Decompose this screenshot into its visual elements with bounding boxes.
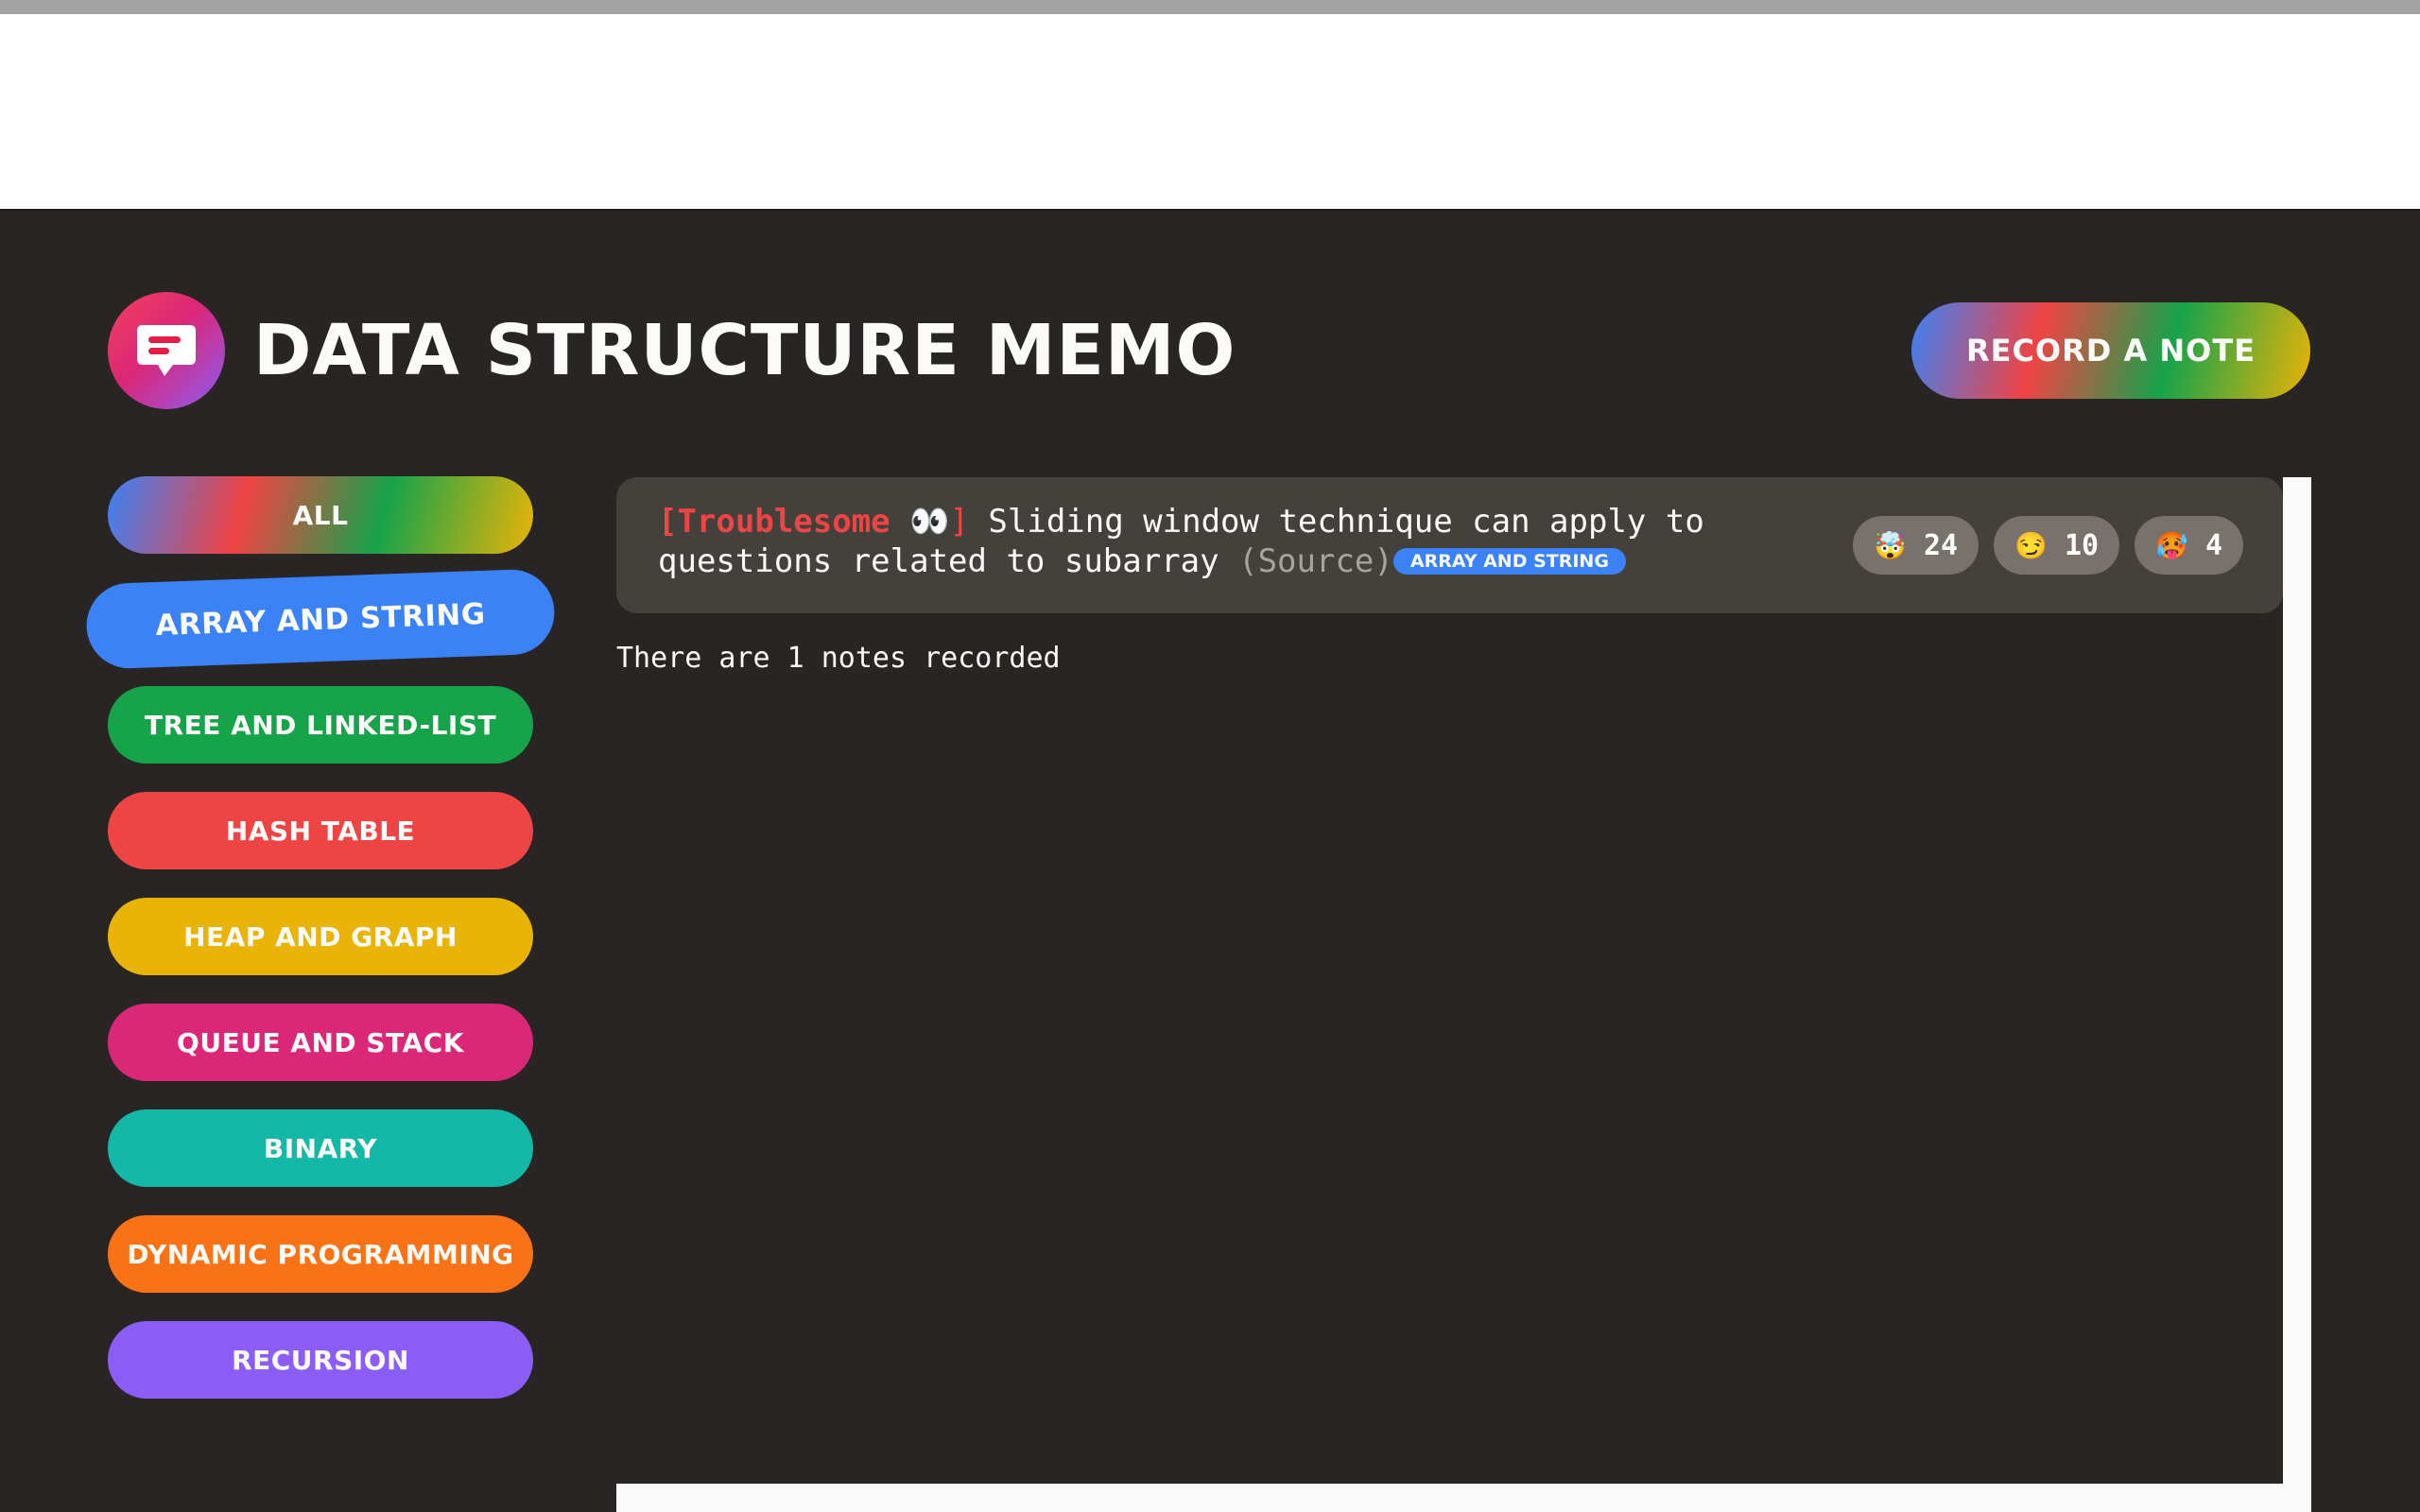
browser-top-strip: [0, 0, 2420, 14]
notes-count-text: There are 1 notes recorded: [616, 642, 1061, 675]
vote-count: 4: [2204, 528, 2222, 562]
note-text: [Troublesome 👀] Sliding window technique…: [658, 502, 1773, 581]
hot-face-icon: 🥵: [2155, 529, 2188, 561]
app-title: DATA STRUCTURE MEMO: [253, 310, 1236, 391]
vote-count: 10: [2064, 528, 2100, 562]
note-category-badge: ARRAY AND STRING: [1392, 548, 1626, 575]
category-queue-and-stack-button[interactable]: QUEUE AND STACK: [108, 1004, 533, 1081]
category-dynamic-programming-button[interactable]: DYNAMIC PROGRAMMING: [108, 1215, 533, 1293]
vote-smirk-button[interactable]: 😏 10: [1994, 516, 2120, 575]
category-hash-table-button[interactable]: HASH TABLE: [108, 792, 533, 869]
vote-hot-face-button[interactable]: 🥵 4: [2135, 516, 2243, 575]
category-all-button[interactable]: ALL: [108, 476, 533, 554]
category-array-and-string-button[interactable]: ARRAY AND STRING: [85, 568, 556, 670]
vote-count: 24: [1923, 528, 1959, 562]
chat-bubble-icon: [137, 325, 196, 376]
category-heap-and-graph-button[interactable]: HEAP AND GRAPH: [108, 898, 533, 975]
app-container: DATA STRUCTURE MEMO RECORD A NOTE ALL AR…: [0, 211, 2420, 1512]
category-tree-and-linked-list-button[interactable]: TREE AND LINKED-LIST: [108, 686, 533, 764]
vote-mindblown-button[interactable]: 🤯 24: [1853, 516, 1979, 575]
notes-panel: [Troublesome 👀] Sliding window technique…: [616, 477, 2311, 1512]
mindblown-icon: 🤯: [1874, 529, 1907, 561]
category-binary-button[interactable]: BINARY: [108, 1109, 533, 1187]
note-card: [Troublesome 👀] Sliding window technique…: [616, 477, 2283, 613]
note-source-link[interactable]: (Source): [1238, 542, 1393, 580]
vote-buttons: 🤯 24 😏 10 🥵 4: [1838, 516, 2243, 575]
smirk-icon: 😏: [2014, 529, 2048, 561]
note-tag: [Troublesome: [658, 503, 890, 541]
logo-badge: [108, 292, 225, 409]
logo[interactable]: DATA STRUCTURE MEMO: [108, 292, 1236, 409]
page-banner: [0, 14, 2420, 211]
record-note-button[interactable]: RECORD A NOTE: [1911, 302, 2310, 399]
note-tag-emoji: 👀]: [909, 503, 969, 541]
category-recursion-button[interactable]: RECURSION: [108, 1321, 533, 1399]
notes-list: [Troublesome 👀] Sliding window technique…: [616, 477, 2283, 1484]
